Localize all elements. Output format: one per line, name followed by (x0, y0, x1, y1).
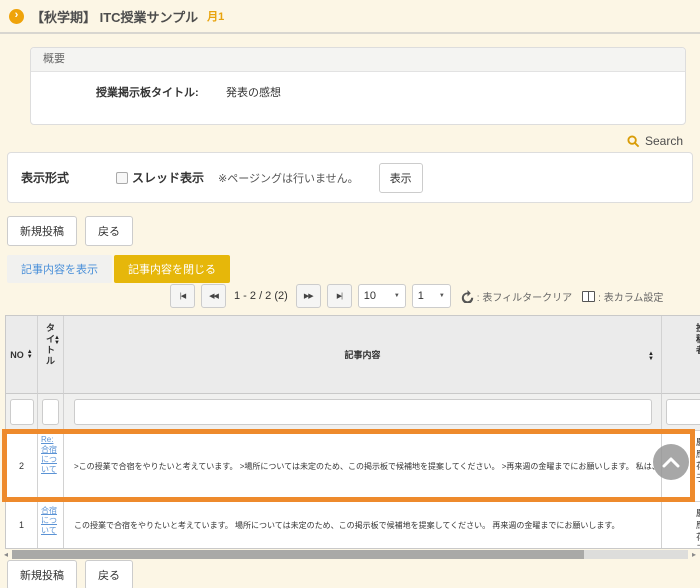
sort-icon[interactable]: ▲▼ (54, 336, 60, 346)
refresh-icon (461, 290, 474, 303)
board-title-value: 発表の感想 (226, 84, 281, 100)
post-no: 2 (6, 431, 37, 501)
tab-show-article-content[interactable]: 記事内容を表示 (7, 255, 112, 283)
back-button[interactable]: 戻る (85, 216, 133, 246)
post-content: この授業で合宿をやりたいと考えています。 場所については未定のため、この掲示板で… (64, 502, 661, 548)
new-post-button-bottom[interactable]: 新規投稿 (7, 560, 77, 588)
back-button-bottom[interactable]: 戻る (85, 560, 133, 588)
board-title-row: 授業掲示板タイトル: 発表の感想 (96, 84, 281, 100)
display-format-label: 表示形式 (21, 169, 116, 186)
scrollbar-track[interactable] (12, 550, 688, 559)
page-size-value: 10 (364, 290, 376, 302)
search-icon (627, 135, 640, 148)
filter-input-poster[interactable] (666, 399, 700, 425)
post-no: 1 (6, 502, 37, 548)
overview-panel: 概要 授業掲示板タイトル: 発表の感想 (30, 47, 686, 125)
thread-display-label: スレッド表示 (132, 169, 204, 186)
new-post-button[interactable]: 新規投稿 (7, 216, 77, 246)
scrollbar-left-arrow[interactable]: ◂ (0, 550, 12, 559)
posts-table: NO ▲▼ タイトル ▲▼ 記事内容 ▲▼ 投稿者 2 (5, 315, 700, 549)
show-button[interactable]: 表示 (379, 163, 423, 193)
chevron-down-icon: ▼ (394, 293, 400, 299)
pagination-first-button[interactable]: |◀ (170, 284, 195, 308)
filter-input-title[interactable] (42, 399, 59, 425)
page-number-value: 1 (418, 290, 424, 302)
scroll-to-top-button[interactable] (653, 444, 689, 480)
bottom-actions: 新規投稿 戻る (7, 560, 133, 588)
table-filter-row (6, 394, 700, 431)
search-toggle[interactable]: Search (627, 134, 683, 148)
chevron-up-icon (662, 456, 680, 468)
post-poster: 慶應花子 (695, 436, 700, 484)
display-format-panel: 表示形式 スレッド表示 ※ページングは行いません。 表示 (7, 152, 693, 203)
content-tabs: 記事内容を表示 記事内容を閉じる (7, 255, 230, 283)
pagination-bar: |◀ ◀◀ 1 - 2 / 2 (2) ▶▶ ▶| 10 ▼ 1 ▼ : 表フィ… (170, 284, 663, 308)
table-columns-icon (582, 291, 595, 302)
column-header-no[interactable]: NO ▲▼ (6, 316, 38, 394)
board-title-label: 授業掲示板タイトル: (96, 84, 214, 100)
overview-panel-title: 概要 (31, 48, 685, 72)
chevron-down-icon: ▼ (439, 293, 445, 299)
page-number-select[interactable]: 1 ▼ (412, 284, 451, 308)
column-header-no-label: NO (10, 350, 24, 360)
page-size-select[interactable]: 10 ▼ (358, 284, 406, 308)
page-header: › 【秋学期】 ITC授業サンプル 月1 (0, 0, 700, 34)
post-poster: 慶應花子 (695, 507, 700, 548)
column-config-tool[interactable]: : 表カラム設定 (582, 289, 663, 304)
table-row: 2 Re:合宿について >この授業で合宿をやりたいと考えています。 >場所につい… (6, 431, 700, 502)
post-content: >この授業で合宿をやりたいと考えています。 >場所については未定のため、この掲示… (64, 431, 661, 501)
horizontal-scrollbar: ◂ ▸ (0, 548, 700, 560)
post-title-link[interactable]: Re:合宿について (41, 435, 60, 475)
column-header-content-label: 記事内容 (64, 316, 661, 393)
paging-note: ※ページングは行いません。 (218, 170, 359, 186)
filter-clear-tool[interactable]: : 表フィルタークリア (461, 289, 572, 304)
filter-input-no[interactable] (10, 399, 34, 425)
top-actions: 新規投稿 戻る (7, 216, 133, 246)
column-config-label: : 表カラム設定 (598, 289, 663, 304)
bulletin-board-page: › 【秋学期】 ITC授業サンプル 月1 概要 授業掲示板タイトル: 発表の感想… (0, 0, 700, 588)
filter-input-content[interactable] (74, 399, 652, 425)
filter-clear-label: : 表フィルタークリア (477, 289, 572, 304)
table-row: 1 合宿について この授業で合宿をやりたいと考えています。 場所については未定の… (6, 502, 700, 548)
thread-display-checkbox[interactable] (116, 172, 128, 184)
column-header-content[interactable]: 記事内容 ▲▼ (64, 316, 662, 394)
pagination-last-button[interactable]: ▶| (327, 284, 352, 308)
pagination-next-button[interactable]: ▶▶ (296, 284, 321, 308)
pagination-prev-button[interactable]: ◀◀ (201, 284, 226, 308)
tab-hide-article-content[interactable]: 記事内容を閉じる (114, 255, 230, 283)
breadcrumb-arrow-icon: › (9, 9, 24, 24)
column-header-poster-label: 投稿者 (695, 316, 700, 356)
course-period-badge: 月1 (207, 8, 224, 24)
table-header-row: NO ▲▼ タイトル ▲▼ 記事内容 ▲▼ 投稿者 (6, 316, 700, 394)
page-title: 【秋学期】 ITC授業サンプル (31, 7, 198, 26)
sort-icon[interactable]: ▲▼ (27, 350, 33, 360)
column-header-poster[interactable]: 投稿者 (662, 316, 700, 394)
search-label: Search (645, 134, 683, 148)
pagination-range: 1 - 2 / 2 (2) (234, 290, 288, 302)
post-title-link[interactable]: 合宿について (41, 506, 60, 536)
scrollbar-thumb[interactable] (12, 550, 584, 559)
sort-icon[interactable]: ▲▼ (648, 352, 654, 362)
scrollbar-right-arrow[interactable]: ▸ (688, 550, 700, 559)
column-header-title[interactable]: タイトル ▲▼ (38, 316, 64, 394)
